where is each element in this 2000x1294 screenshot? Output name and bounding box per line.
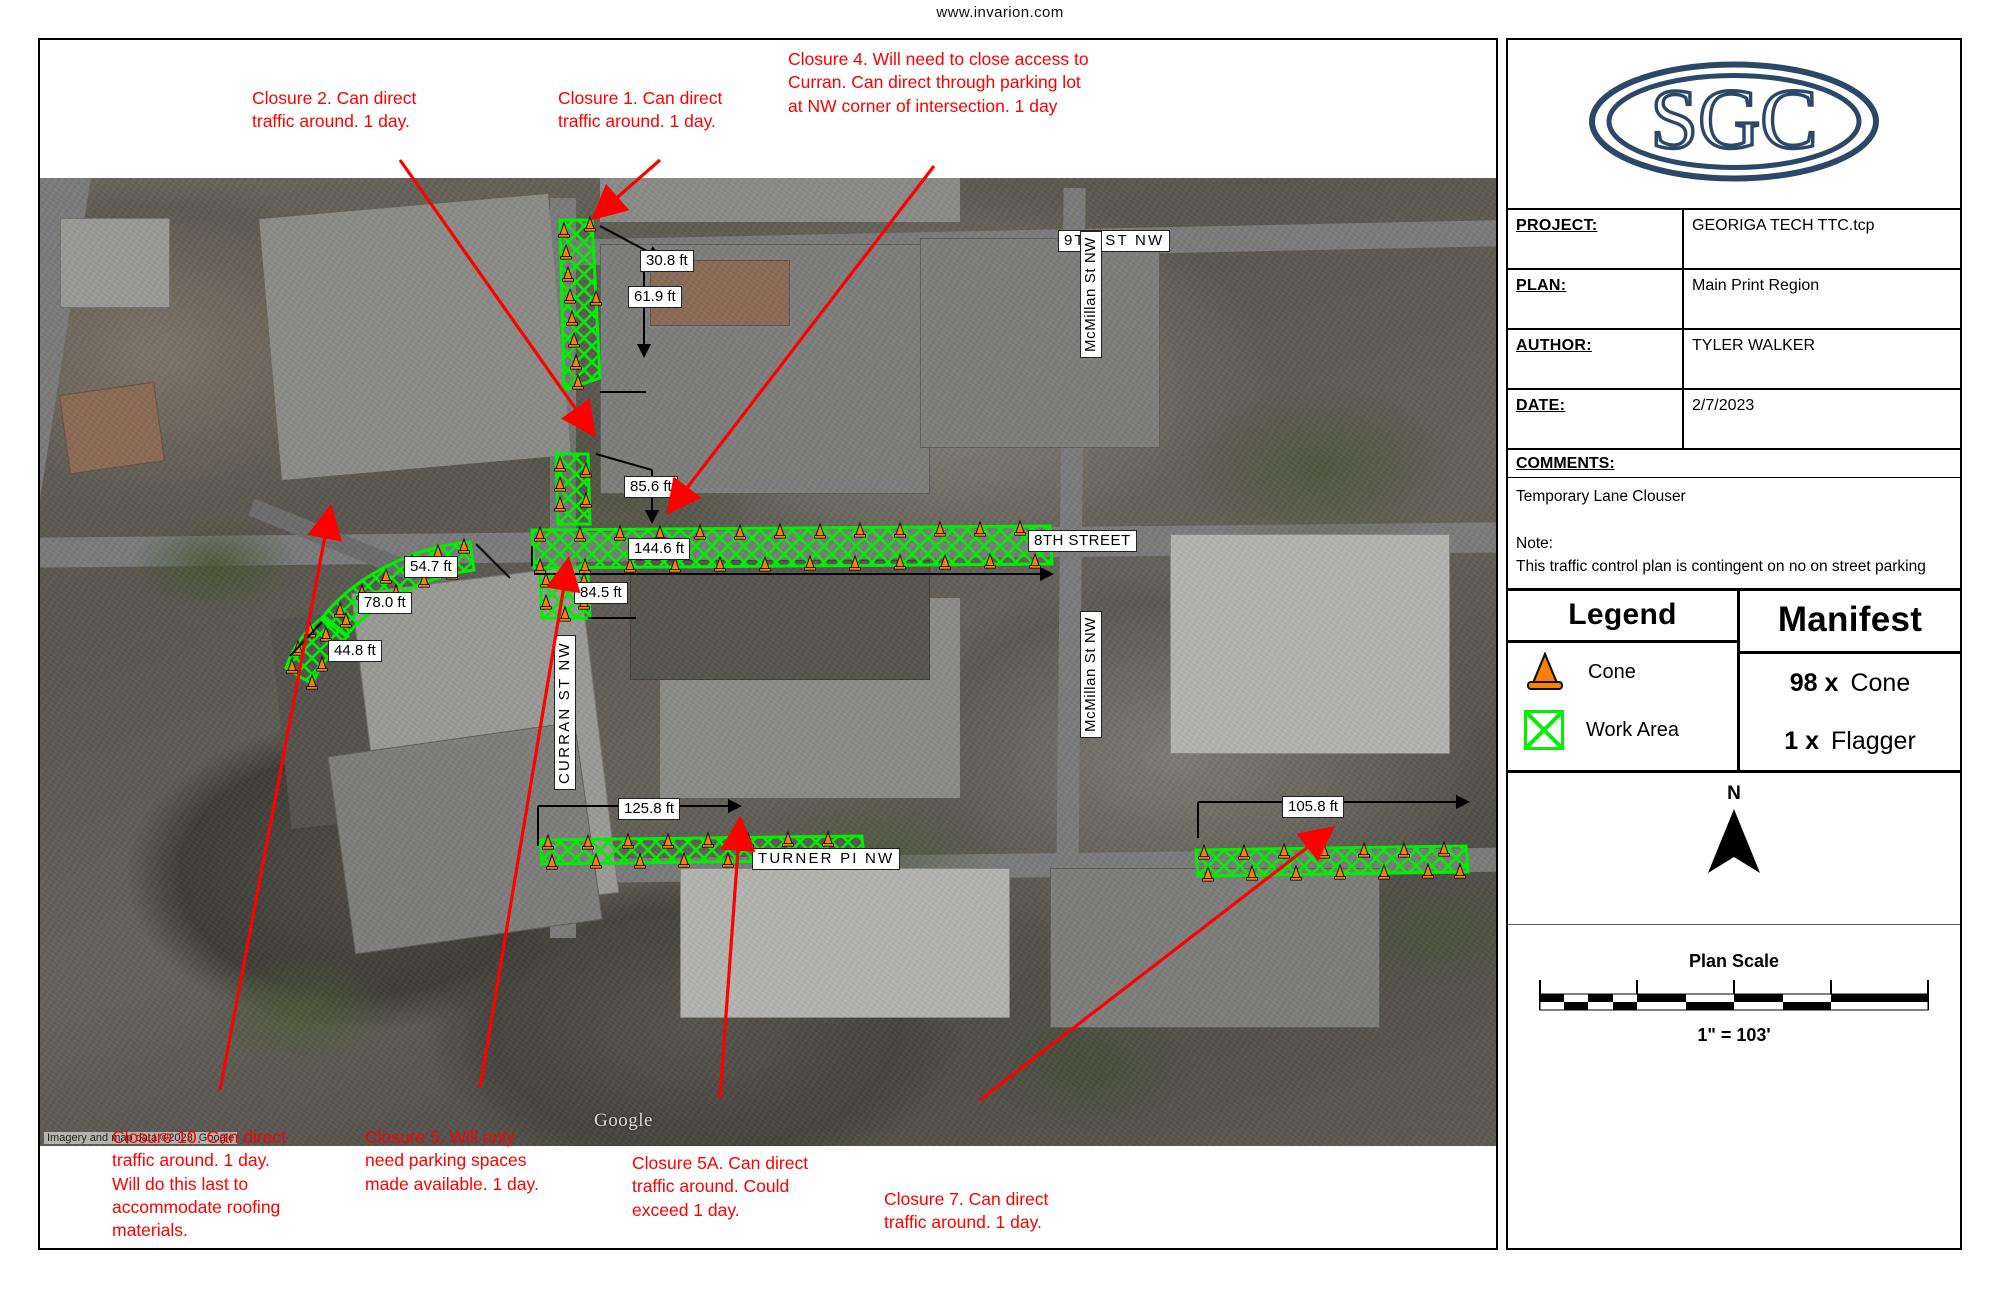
sgc-logo: SGC xyxy=(1584,58,1884,191)
info-row-author: AUTHOR: TYLER WALKER xyxy=(1508,330,1960,390)
info-value-plan: Main Print Region xyxy=(1692,277,1820,294)
dimension-label: 78.0 ft xyxy=(358,592,412,615)
comments-body: Temporary Lane Clouser Note: This traffi… xyxy=(1508,478,1960,591)
traffic-control-plan-page: www.invarion.com 30.8 ft 61.9 ft 85.6 ft… xyxy=(0,0,2000,1294)
scale-bar xyxy=(1539,980,1929,1019)
invarion-watermark: www.invarion.com xyxy=(936,4,1064,21)
legend-item-cone: Cone xyxy=(1508,643,1737,701)
manifest-section: Manifest 98 x Cone 1 x Flagger xyxy=(1740,591,1960,770)
info-label-author: AUTHOR: xyxy=(1508,330,1684,388)
dimension-label: 125.8 ft xyxy=(618,798,681,821)
manifest-label-flagger: Flagger xyxy=(1831,726,1916,755)
street-label-8th-street: 8TH STREET xyxy=(1028,530,1137,552)
comments-label: COMMENTS: xyxy=(1508,450,1960,478)
scale-bar-graphic xyxy=(1539,980,1929,1011)
annotation-closure-5: Closure 5. Will only need parking spaces… xyxy=(365,1127,539,1194)
plan-scale-cell: Plan Scale 1" = 103' xyxy=(1508,925,1960,1060)
annotation-closure-5a: Closure 5A. Can direct traffic around. C… xyxy=(632,1153,809,1220)
company-logo-cell: SGC xyxy=(1508,40,1960,210)
dimension-label: 84.5 ft xyxy=(574,582,628,605)
work-area-closure-5a xyxy=(530,524,1054,570)
manifest-label-cone: Cone xyxy=(1850,668,1911,697)
legend-title: Legend xyxy=(1508,591,1737,643)
manifest-qty-cone: 98 x xyxy=(1789,668,1839,697)
legend-label-cone: Cone xyxy=(1588,660,1636,683)
annotation-closure-4: Closure 4. Will need to close access to … xyxy=(788,49,1089,116)
annotation-closure-1: Closure 1. Can direct traffic around. 1 … xyxy=(558,88,723,132)
legend-section: Legend Cone Work Area xyxy=(1508,591,1740,770)
info-value-project: GEORIGA TECH TTC.tcp xyxy=(1692,217,1875,234)
work-area-icon xyxy=(1524,710,1564,750)
google-logo: Google xyxy=(594,1110,653,1131)
dimension-label: 54.7 ft xyxy=(404,556,458,579)
plan-scale-title: Plan Scale xyxy=(1688,951,1780,971)
manifest-row-flagger: 1 x Flagger xyxy=(1740,712,1960,770)
street-label-mcmillan-st-north: McMillan St NW xyxy=(1080,230,1102,358)
north-label: N xyxy=(1727,783,1741,804)
aerial-map-image[interactable]: 30.8 ft 61.9 ft 85.6 ft 144.6 ft 84.5 ft… xyxy=(40,178,1496,1146)
street-label-mcmillan-st-south: McMillan St NW xyxy=(1080,610,1102,738)
dimension-label: 85.6 ft xyxy=(624,476,678,499)
annotation-closure-7: Closure 7. Can direct traffic around. 1 … xyxy=(884,1189,1049,1233)
info-label-plan: PLAN: xyxy=(1508,270,1684,328)
dimension-label: 30.8 ft xyxy=(640,250,694,273)
sgc-logo-icon: SGC xyxy=(1589,61,1879,182)
info-value-author: TYLER WALKER xyxy=(1692,337,1815,354)
plan-scale-ratio: 1" = 103' xyxy=(1697,1025,1771,1045)
north-arrow-cell: N xyxy=(1508,773,1960,925)
title-block-panel: SGC PROJECT: GEORIGA TECH TTC.tcp PLAN: … xyxy=(1506,38,1962,1250)
street-label-9th-st: 9TH ST NW xyxy=(1058,230,1171,252)
annotation-closure-2: Closure 2. Can direct traffic around. 1 … xyxy=(252,88,417,132)
cone-icon xyxy=(1524,651,1566,692)
legend-manifest-wrap: Legend Cone Work Area Manifest 98 x Cone… xyxy=(1508,591,1960,773)
info-row-project: PROJECT: GEORIGA TECH TTC.tcp xyxy=(1508,210,1960,270)
drawing-frame: 30.8 ft 61.9 ft 85.6 ft 144.6 ft 84.5 ft… xyxy=(38,38,1498,1250)
street-label-turner-pl: TURNER PI NW xyxy=(752,848,901,870)
legend-label-work-area: Work Area xyxy=(1586,718,1679,741)
info-label-project: PROJECT: xyxy=(1508,210,1684,268)
info-value-date: 2/7/2023 xyxy=(1692,397,1755,414)
dimension-label: 61.9 ft xyxy=(628,286,682,309)
dimension-label: 105.8 ft xyxy=(1282,796,1345,819)
manifest-row-cone: 98 x Cone xyxy=(1740,654,1960,712)
info-row-plan: PLAN: Main Print Region xyxy=(1508,270,1960,330)
street-label-curran-st: CURRAN ST NW xyxy=(554,635,576,790)
annotation-closure-10: Closure 10. Can direct traffic around. 1… xyxy=(112,1127,287,1241)
info-row-date: DATE: 2/7/2023 xyxy=(1508,390,1960,450)
legend-item-work-area: Work Area xyxy=(1508,701,1737,759)
dimension-label: 44.8 ft xyxy=(328,640,382,663)
dimension-label: 144.6 ft xyxy=(628,538,691,561)
north-arrow-icon xyxy=(1705,807,1763,880)
manifest-qty-flagger: 1 x xyxy=(1784,726,1819,755)
info-label-date: DATE: xyxy=(1508,390,1684,448)
sgc-logo-text: SGC xyxy=(1650,71,1817,167)
manifest-title: Manifest xyxy=(1740,591,1960,654)
map-overlay-vectors xyxy=(284,216,1470,882)
